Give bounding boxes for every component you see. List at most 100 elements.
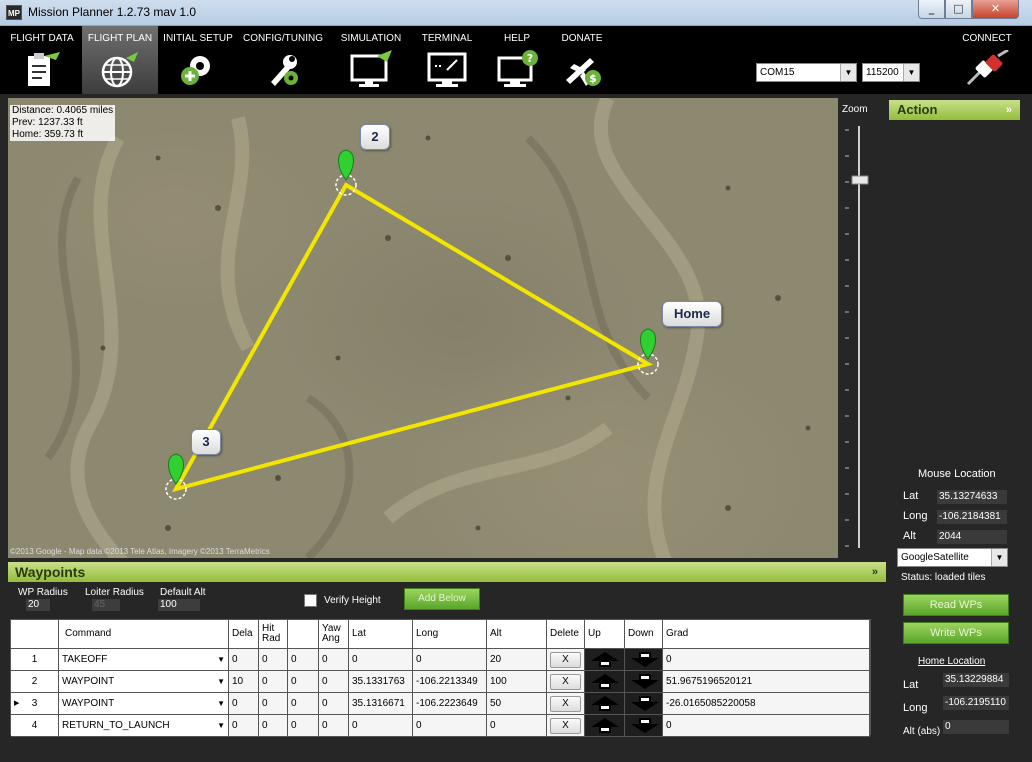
waypoint-label-3[interactable]: 3 — [191, 429, 221, 455]
move-down-button[interactable] — [625, 715, 663, 737]
column-header-dela[interactable]: Dela — [229, 620, 259, 649]
wp-radius-input[interactable]: 20 — [26, 599, 50, 611]
cell-p2[interactable]: 0 — [259, 671, 288, 693]
menu-terminal[interactable]: TERMINAL — [412, 26, 482, 94]
satellite-map[interactable]: Distance: 0.4065 miles Prev: 1237.33 ft … — [8, 98, 838, 558]
chevron-down-icon[interactable]: ▼ — [840, 64, 856, 81]
cell-p4[interactable]: 0 — [319, 649, 349, 671]
cell-p3[interactable]: 0 — [288, 649, 319, 671]
zoom-slider[interactable] — [840, 120, 886, 560]
chevron-down-icon[interactable]: ▼ — [991, 549, 1007, 566]
row-number[interactable]: 4 — [11, 715, 59, 737]
column-header-alt[interactable]: Alt — [487, 620, 547, 649]
move-up-button[interactable] — [585, 649, 625, 671]
baud-select[interactable]: 115200 ▼ — [862, 63, 920, 82]
menu-help[interactable]: HELP ? — [484, 26, 550, 94]
add-below-button[interactable]: Add Below — [404, 588, 480, 610]
chevron-down-icon[interactable]: ▼ — [217, 671, 225, 692]
chevron-down-icon[interactable]: ▼ — [217, 649, 225, 670]
cell-p1[interactable]: 0 — [229, 715, 259, 737]
cell-p1[interactable]: 0 — [229, 649, 259, 671]
move-up-button[interactable] — [585, 671, 625, 693]
menu-flight-plan[interactable]: FLIGHT PLAN — [82, 26, 158, 94]
command-select[interactable]: WAYPOINT ▼ — [59, 671, 229, 693]
cell-grad[interactable]: 0 — [663, 649, 870, 671]
collapse-icon[interactable]: » — [872, 562, 878, 582]
home-alt-input[interactable]: 0 — [943, 720, 1009, 734]
zoom-thumb[interactable] — [851, 175, 869, 185]
waypoint-2-marker-icon[interactable] — [338, 149, 354, 181]
move-down-button[interactable] — [625, 671, 663, 693]
delete-button[interactable]: X — [550, 652, 581, 668]
close-button[interactable]: ✕ — [972, 0, 1019, 19]
delete-button[interactable]: X — [550, 718, 581, 734]
menu-flight-data[interactable]: FLIGHT DATA — [4, 26, 80, 94]
command-select[interactable]: WAYPOINT ▼ — [59, 693, 229, 715]
column-header-param3[interactable] — [288, 620, 319, 649]
waypoint-label-home[interactable]: Home — [662, 301, 722, 327]
cell-p4[interactable]: 0 — [319, 693, 349, 715]
cell-alt[interactable]: 100 — [487, 671, 547, 693]
cell-grad[interactable]: 0 — [663, 715, 870, 737]
cell-p3[interactable]: 0 — [288, 693, 319, 715]
home-long-input[interactable]: -106.2195110 — [943, 696, 1009, 710]
cell-lat[interactable]: 0 — [349, 715, 413, 737]
minimize-button[interactable]: _ — [918, 0, 945, 19]
collapse-icon[interactable]: » — [1006, 100, 1012, 120]
move-down-button[interactable] — [625, 693, 663, 715]
delete-button[interactable]: X — [550, 674, 581, 690]
connect-button[interactable]: CONNECT — [950, 26, 1024, 94]
column-header-hit-rad[interactable]: Hit Rad — [259, 620, 288, 649]
cell-p1[interactable]: 0 — [229, 693, 259, 715]
write-wps-button[interactable]: Write WPs — [903, 622, 1009, 644]
cell-lat[interactable]: 35.1316671 — [349, 693, 413, 715]
cell-alt[interactable]: 50 — [487, 693, 547, 715]
column-header-long[interactable]: Long — [413, 620, 487, 649]
command-select[interactable]: TAKEOFF ▼ — [59, 649, 229, 671]
home-lat-input[interactable]: 35.13229884 — [943, 673, 1009, 687]
read-wps-button[interactable]: Read WPs — [903, 594, 1009, 616]
chevron-down-icon[interactable]: ▼ — [217, 693, 225, 714]
cell-long[interactable]: -106.2223649 — [413, 693, 487, 715]
waypoints-header[interactable]: Waypoints » — [8, 562, 886, 582]
action-header[interactable]: Action » — [889, 100, 1020, 120]
cell-long[interactable]: 0 — [413, 649, 487, 671]
cell-p4[interactable]: 0 — [319, 671, 349, 693]
cell-grad[interactable]: -26.0165085220058 — [663, 693, 870, 715]
menu-simulation[interactable]: SIMULATION — [332, 26, 410, 94]
map-type-select[interactable]: GoogleSatellite ▼ — [897, 548, 1008, 567]
cell-p3[interactable]: 0 — [288, 671, 319, 693]
chevron-down-icon[interactable]: ▼ — [217, 715, 225, 736]
cell-lat[interactable]: 0 — [349, 649, 413, 671]
row-number[interactable]: ▶ 3 — [11, 693, 59, 715]
cell-p2[interactable]: 0 — [259, 715, 288, 737]
column-header-delete[interactable]: Delete — [547, 620, 585, 649]
row-number[interactable]: 1 — [11, 649, 59, 671]
port-select[interactable]: COM15 ▼ — [756, 63, 857, 82]
loiter-radius-input[interactable]: 45 — [92, 599, 120, 611]
maximize-button[interactable]: □ — [945, 0, 972, 19]
cell-lat[interactable]: 35.1331763 — [349, 671, 413, 693]
default-alt-input[interactable]: 100 — [158, 599, 200, 611]
menu-config-tuning[interactable]: CONFIG/TUNING — [238, 26, 328, 94]
column-header-yaw-ang[interactable]: Yaw Ang — [319, 620, 349, 649]
cell-grad[interactable]: 51.9675196520121 — [663, 671, 870, 693]
cell-alt[interactable]: 20 — [487, 649, 547, 671]
column-header-grad[interactable]: Grad — [663, 620, 870, 649]
move-up-button[interactable] — [585, 693, 625, 715]
column-header-command[interactable]: Command — [59, 620, 229, 649]
column-header-lat[interactable]: Lat — [349, 620, 413, 649]
row-number[interactable]: 2 — [11, 671, 59, 693]
cell-p2[interactable]: 0 — [259, 693, 288, 715]
verify-height-checkbox[interactable] — [304, 594, 317, 607]
command-select[interactable]: RETURN_TO_LAUNCH ▼ — [59, 715, 229, 737]
cell-p2[interactable]: 0 — [259, 649, 288, 671]
waypoint-label-2[interactable]: 2 — [360, 124, 390, 150]
cell-alt[interactable]: 0 — [487, 715, 547, 737]
move-up-button[interactable] — [585, 715, 625, 737]
cell-p3[interactable]: 0 — [288, 715, 319, 737]
menu-initial-setup[interactable]: INITIAL SETUP — [160, 26, 236, 94]
column-header-down[interactable]: Down — [625, 620, 663, 649]
chevron-down-icon[interactable]: ▼ — [903, 64, 919, 81]
menu-donate[interactable]: DONATE $ — [552, 26, 612, 94]
